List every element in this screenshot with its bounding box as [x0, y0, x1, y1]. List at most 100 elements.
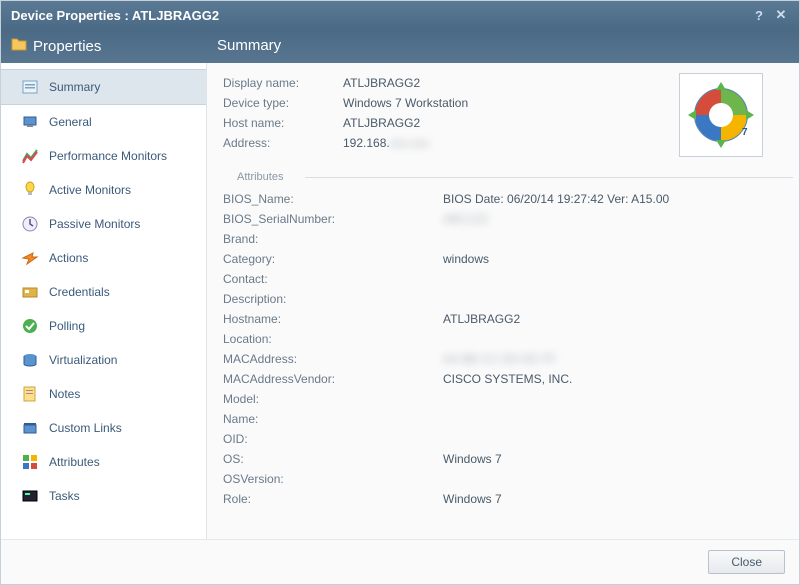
sidebar-item-label: General	[49, 115, 92, 129]
attribute-label: Role:	[223, 492, 443, 506]
close-button[interactable]: Close	[708, 550, 785, 574]
general-icon	[21, 113, 39, 131]
device-type-image: 7	[679, 73, 763, 157]
header-left-label: Properties	[33, 38, 101, 55]
sidebar-item-performance-monitors[interactable]: Performance Monitors	[1, 139, 206, 173]
sidebar-item-label: Custom Links	[49, 421, 122, 435]
attribute-row: MACAddressVendor:CISCO SYSTEMS, INC.	[223, 369, 789, 389]
attribute-label: BIOS_Name:	[223, 192, 443, 206]
sidebar-item-label: Summary	[49, 80, 100, 94]
sidebar: Summary General Performance Monitors Active…	[1, 63, 207, 539]
host-name-label: Host name:	[223, 116, 343, 130]
sidebar-item-passive-monitors[interactable]: Passive Monitors	[1, 207, 206, 241]
attribute-value: windows	[443, 252, 489, 266]
attribute-label: Model:	[223, 392, 443, 406]
attribute-row: Role:Windows 7	[223, 489, 789, 509]
sidebar-item-label: Notes	[49, 387, 80, 401]
device-properties-window: Device Properties : ATLJBRAGG2 ? ✕ Prope…	[0, 0, 800, 585]
attribute-row: Hostname:ATLJBRAGG2	[223, 309, 789, 329]
host-name-value: ATLJBRAGG2	[343, 116, 420, 130]
sidebar-item-label: Performance Monitors	[49, 149, 167, 163]
sidebar-item-attributes[interactable]: Attributes	[1, 445, 206, 479]
active-icon	[21, 181, 39, 199]
sidebar-item-label: Attributes	[49, 455, 100, 469]
credentials-icon	[21, 283, 39, 301]
attribute-label: MACAddressVendor:	[223, 372, 443, 386]
address-label: Address:	[223, 136, 343, 150]
attribute-row: BIOS_Name:BIOS Date: 06/20/14 19:27:42 V…	[223, 189, 789, 209]
attribute-value: Windows 7	[443, 492, 502, 506]
sidebar-item-polling[interactable]: Polling	[1, 309, 206, 343]
header-left: Properties	[1, 29, 207, 63]
attribute-value: Windows 7	[443, 452, 502, 466]
sidebar-item-tasks[interactable]: Tasks	[1, 479, 206, 513]
links-icon	[21, 419, 39, 437]
attribute-label: Description:	[223, 292, 443, 306]
attribute-label: Hostname:	[223, 312, 443, 326]
attribute-value: BIOS Date: 06/20/14 19:27:42 Ver: A15.00	[443, 192, 669, 206]
attribute-label: MACAddress:	[223, 352, 443, 366]
attributes-title-text: Attributes	[237, 171, 283, 183]
attribute-label: OSVersion:	[223, 472, 443, 486]
attributes-list[interactable]: BIOS_Name:BIOS Date: 06/20/14 19:27:42 V…	[223, 189, 793, 539]
sidebar-item-label: Actions	[49, 251, 88, 265]
attribute-row: MACAddress:AA BB CC DD EE FF	[223, 349, 789, 369]
close-window-button[interactable]: ✕	[773, 7, 789, 23]
attribute-label: Brand:	[223, 232, 443, 246]
sidebar-item-label: Credentials	[49, 285, 110, 299]
sidebar-item-label: Tasks	[49, 489, 80, 503]
sidebar-item-summary[interactable]: Summary	[1, 69, 206, 105]
attribute-row: OSVersion:	[223, 469, 789, 489]
attribute-value: ATLJBRAGG2	[443, 312, 520, 326]
summary-icon	[21, 78, 39, 96]
attribute-label: BIOS_SerialNumber:	[223, 212, 443, 226]
virt-icon	[21, 351, 39, 369]
help-button[interactable]: ?	[751, 8, 767, 23]
sidebar-item-custom-links[interactable]: Custom Links	[1, 411, 206, 445]
window-title: Device Properties : ATLJBRAGG2	[11, 8, 219, 23]
sidebar-item-general[interactable]: General	[1, 105, 206, 139]
sidebar-item-notes[interactable]: Notes	[1, 377, 206, 411]
display-name-value: ATLJBRAGG2	[343, 76, 420, 90]
address-prefix: 192.168.	[343, 136, 390, 150]
attribute-row: BIOS_SerialNumber:ABC123	[223, 209, 789, 229]
attribute-label: Category:	[223, 252, 443, 266]
attribute-label: Name:	[223, 412, 443, 426]
attribute-label: Location:	[223, 332, 443, 346]
sidebar-item-active-monitors[interactable]: Active Monitors	[1, 173, 206, 207]
summary-grid: Display name:ATLJBRAGG2 Device type:Wind…	[223, 73, 665, 157]
sidebar-item-label: Active Monitors	[49, 183, 131, 197]
address-value: 192.168.xxx.xxx	[343, 136, 429, 150]
perf-icon	[21, 147, 39, 165]
attribute-label: Contact:	[223, 272, 443, 286]
attribute-value-redacted: AA BB CC DD EE FF	[443, 352, 556, 366]
tasks-icon	[21, 487, 39, 505]
sidebar-item-virtualization[interactable]: Virtualization	[1, 343, 206, 377]
attribute-value: CISCO SYSTEMS, INC.	[443, 372, 572, 386]
attribute-row: Location:	[223, 329, 789, 349]
attribute-row: Description:	[223, 289, 789, 309]
sidebar-item-credentials[interactable]: Credentials	[1, 275, 206, 309]
polling-icon	[21, 317, 39, 335]
attribute-row: OS:Windows 7	[223, 449, 789, 469]
folder-icon	[11, 37, 27, 55]
attributes-section-title: Attributes	[223, 171, 793, 183]
attribute-row: Category:windows	[223, 249, 789, 269]
device-badge: 7	[742, 127, 748, 138]
attrs-icon	[21, 453, 39, 471]
sidebar-item-label: Polling	[49, 319, 85, 333]
device-type-label: Device type:	[223, 96, 343, 110]
display-name-label: Display name:	[223, 76, 343, 90]
sidebar-item-actions[interactable]: Actions	[1, 241, 206, 275]
attribute-value-redacted: ABC123	[443, 212, 488, 226]
attribute-label: OS:	[223, 452, 443, 466]
sidebar-item-label: Passive Monitors	[49, 217, 140, 231]
header-right-label: Summary	[207, 29, 799, 63]
footer: Close	[1, 539, 799, 584]
attribute-label: OID:	[223, 432, 443, 446]
main-panel: Display name:ATLJBRAGG2 Device type:Wind…	[207, 63, 799, 539]
sidebar-item-label: Virtualization	[49, 353, 117, 367]
attribute-row: Model:	[223, 389, 789, 409]
device-type-value: Windows 7 Workstation	[343, 96, 468, 110]
section-header: Properties Summary	[1, 29, 799, 63]
